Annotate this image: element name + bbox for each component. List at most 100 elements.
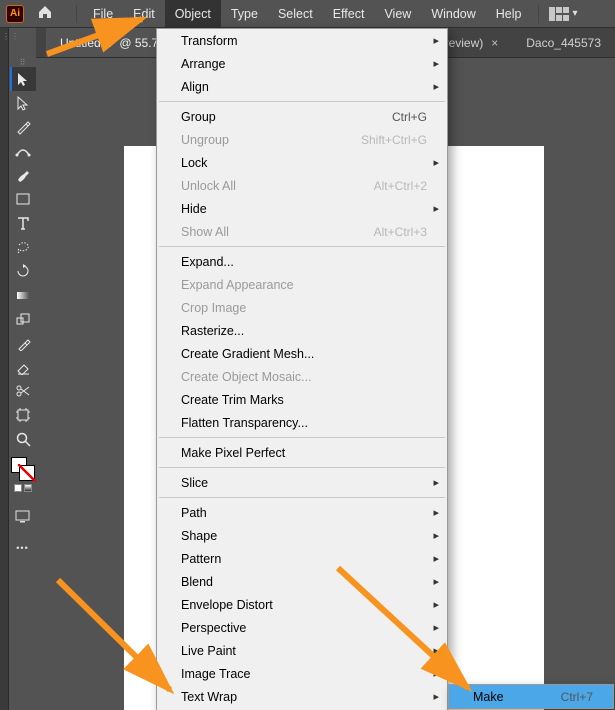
tab-label: Daco_445573	[526, 36, 601, 50]
home-icon[interactable]	[34, 5, 56, 22]
tool-artboard[interactable]	[10, 403, 36, 427]
tool-scissors[interactable]	[10, 379, 36, 403]
menu-item-shortcut: Ctrl+G	[392, 110, 427, 124]
workspace-switcher-icon[interactable]	[549, 7, 569, 21]
chevron-right-icon: ▸	[433, 156, 439, 169]
tool-zoom[interactable]	[10, 427, 36, 451]
menu-item-label: Expand...	[181, 255, 234, 269]
menu-separator	[159, 497, 445, 498]
menu-edit[interactable]: Edit	[123, 0, 165, 27]
tool-type[interactable]	[10, 211, 36, 235]
menu-item-label: Pattern	[181, 552, 221, 566]
menu-item-shape[interactable]: Shape ▸	[157, 524, 447, 547]
menu-item-label: Show All	[181, 225, 229, 239]
app-icon: Ai	[6, 5, 24, 23]
menu-help[interactable]: Help	[486, 0, 532, 27]
chevron-right-icon: ▸	[433, 575, 439, 588]
menu-item-create-trim-marks[interactable]: Create Trim Marks	[157, 388, 447, 411]
menu-item-arrange[interactable]: Arrange ▸	[157, 52, 447, 75]
menu-item-unlock-all: Unlock AllAlt+Ctrl+2	[157, 174, 447, 197]
menu-separator	[159, 437, 445, 438]
fill-stroke-swatches[interactable]	[11, 457, 35, 481]
menu-select[interactable]: Select	[268, 0, 323, 27]
edit-toolbar-button[interactable]: •••	[10, 536, 36, 560]
menu-view[interactable]: View	[374, 0, 421, 27]
menu-item-live-paint[interactable]: Live Paint▸	[157, 639, 447, 662]
grip-icon: ⠿	[13, 60, 33, 66]
menu-item-align[interactable]: Align▸	[157, 75, 447, 98]
menu-item-crop-image: Crop Image	[157, 296, 447, 319]
tool-brush[interactable]	[10, 163, 36, 187]
chevron-right-icon: ▸	[433, 80, 439, 93]
menu-item-label: Crop Image	[181, 301, 246, 315]
menu-item-perspective[interactable]: Perspective ▸	[157, 616, 447, 639]
menu-item-label: Create Object Mosaic...	[181, 370, 312, 384]
menu-separator	[159, 101, 445, 102]
tool-pen[interactable]	[10, 115, 36, 139]
menu-item-transform[interactable]: Transform▸	[157, 29, 447, 52]
menu-item-rasterize[interactable]: Rasterize...	[157, 319, 447, 342]
tool-curvature[interactable]	[10, 139, 36, 163]
menu-item-label: Make	[473, 690, 504, 704]
tool-rectangle[interactable]	[10, 187, 36, 211]
menu-item-path[interactable]: Path▸	[157, 501, 447, 524]
menu-item-create-object-mosaic: Create Object Mosaic...	[157, 365, 447, 388]
menu-item-pattern[interactable]: Pattern▸	[157, 547, 447, 570]
chevron-right-icon: ▸	[433, 621, 439, 634]
color-mode-toggles[interactable]	[12, 484, 34, 494]
menu-item-group[interactable]: GroupCtrl+G	[157, 105, 447, 128]
menu-item-flatten-transparency[interactable]: Flatten Transparency...	[157, 411, 447, 434]
menu-item-expand-appearance: Expand Appearance	[157, 273, 447, 296]
chevron-right-icon: ▸	[433, 598, 439, 611]
menu-item-label: Rasterize...	[181, 324, 244, 338]
menu-effect[interactable]: Effect	[323, 0, 375, 27]
menu-item-envelope-distort[interactable]: Envelope Distort▸	[157, 593, 447, 616]
chevron-right-icon: ▸	[433, 529, 439, 542]
tool-eraser[interactable]	[10, 355, 36, 379]
menu-window[interactable]: Window	[421, 0, 485, 27]
menu-object[interactable]: Object	[165, 0, 221, 27]
tool-lasso[interactable]	[10, 235, 36, 259]
menu-item-label: Arrange	[181, 57, 225, 71]
chevron-right-icon: ▸	[433, 644, 439, 657]
chevron-right-icon: ▸	[433, 667, 439, 680]
chevron-right-icon: ▸	[433, 506, 439, 519]
tool-eyedropper[interactable]	[10, 331, 36, 355]
menu-item-image-trace[interactable]: Image Trace▸	[157, 662, 447, 685]
menu-item-label: Lock	[181, 156, 207, 170]
submenu-item-make[interactable]: Make Ctrl+7	[449, 685, 613, 708]
menu-item-label: Slice	[181, 476, 208, 490]
screen-mode-button[interactable]	[10, 504, 36, 528]
tool-rotate[interactable]	[10, 259, 36, 283]
chevron-right-icon: ▸	[433, 34, 439, 47]
tab-daco[interactable]: Daco_445573	[512, 28, 615, 57]
close-icon[interactable]: ×	[491, 36, 498, 50]
menu-separator	[159, 467, 445, 468]
grip-dots-icon: ⋮⋮	[2, 32, 20, 41]
menu-item-slice[interactable]: Slice▸	[157, 471, 447, 494]
menu-item-hide[interactable]: Hide▸	[157, 197, 447, 220]
menu-item-shortcut: Shift+Ctrl+G	[361, 133, 427, 147]
menu-type[interactable]: Type	[221, 0, 268, 27]
menu-item-label: Unlock All	[181, 179, 236, 193]
tool-selection[interactable]	[10, 67, 36, 91]
menu-item-shortcut: Ctrl+7	[561, 690, 593, 704]
menu-item-make-pixel-perfect[interactable]: Make Pixel Perfect	[157, 441, 447, 464]
tool-scale[interactable]	[10, 307, 36, 331]
menu-item-blend[interactable]: Blend▸	[157, 570, 447, 593]
menu-file[interactable]: File	[83, 0, 123, 27]
menu-item-label: Shape	[181, 529, 217, 543]
menu-item-label: Perspective	[181, 621, 246, 635]
chevron-right-icon: ▸	[433, 57, 439, 70]
menubar: Ai FileEditObjectTypeSelectEffectViewWin…	[0, 0, 615, 28]
menu-item-lock[interactable]: Lock ▸	[157, 151, 447, 174]
menu-item-text-wrap[interactable]: Text Wrap▸	[157, 685, 447, 708]
menu-item-expand[interactable]: Expand...	[157, 250, 447, 273]
tool-gradient[interactable]	[10, 283, 36, 307]
object-menu-dropdown: Transform▸Arrange▸Align▸GroupCtrl+GUngro…	[156, 28, 448, 710]
menu-item-label: Create Gradient Mesh...	[181, 347, 314, 361]
stroke-swatch[interactable]	[19, 465, 35, 481]
menu-item-create-gradient-mesh[interactable]: Create Gradient Mesh...	[157, 342, 447, 365]
tool-direct-selection[interactable]	[10, 91, 36, 115]
tools-panel: ⠿ •••	[9, 58, 36, 710]
